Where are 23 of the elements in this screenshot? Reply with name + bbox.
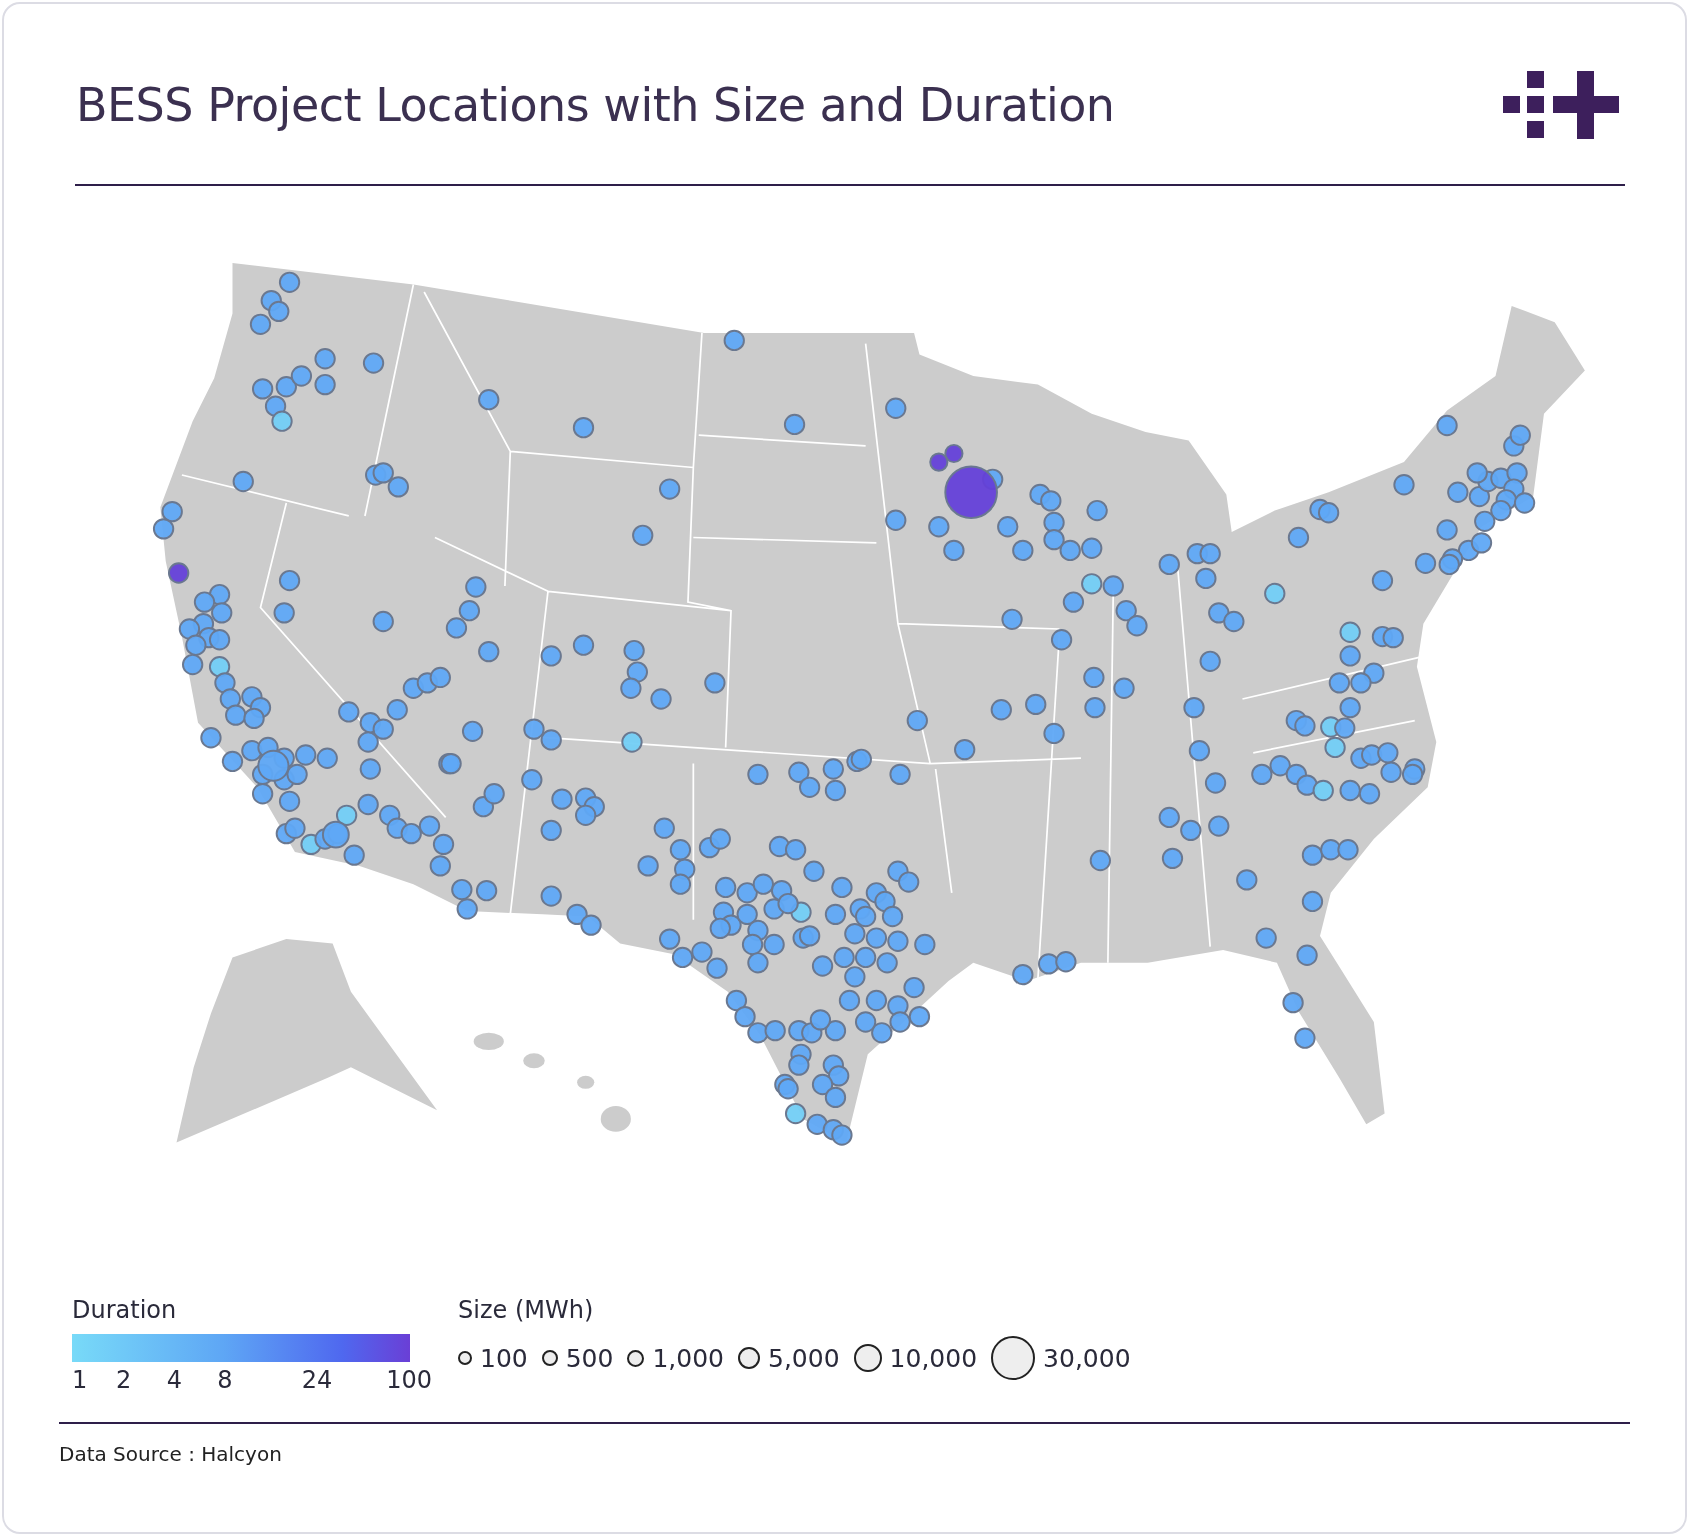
scale-tick-label: 8 <box>217 1366 233 1394</box>
size-circle-icon <box>458 1351 472 1365</box>
logo-icon <box>1502 71 1620 139</box>
size-circle-icon <box>627 1349 645 1367</box>
size-label: 500 <box>565 1343 614 1373</box>
size-label: 10,000 <box>889 1343 978 1373</box>
size-label: 5,000 <box>768 1343 840 1373</box>
scale-tick-label: 24 <box>301 1366 333 1394</box>
size-circle-icon <box>991 1336 1036 1380</box>
scale-tick-label: 4 <box>166 1366 182 1394</box>
size-circle-icon <box>541 1350 558 1366</box>
scale-tick-label: 1 <box>72 1366 88 1394</box>
size-label: 30,000 <box>1043 1343 1131 1373</box>
size-circle-icon <box>738 1347 760 1369</box>
legend-title: Size (MWh) <box>458 1296 595 1324</box>
size-label: 1,000 <box>652 1343 724 1373</box>
data-source-note: Data Source : Halcyon <box>59 1442 283 1466</box>
size-circle-icon <box>853 1344 882 1372</box>
chart-title: BESS Project Locations with Size and Duration <box>76 78 1115 132</box>
legend-title: Duration <box>72 1296 178 1324</box>
size-label: 100 <box>480 1343 528 1373</box>
scale-tick-label: 100 <box>386 1366 433 1394</box>
scale-tick-label: 2 <box>115 1366 132 1394</box>
